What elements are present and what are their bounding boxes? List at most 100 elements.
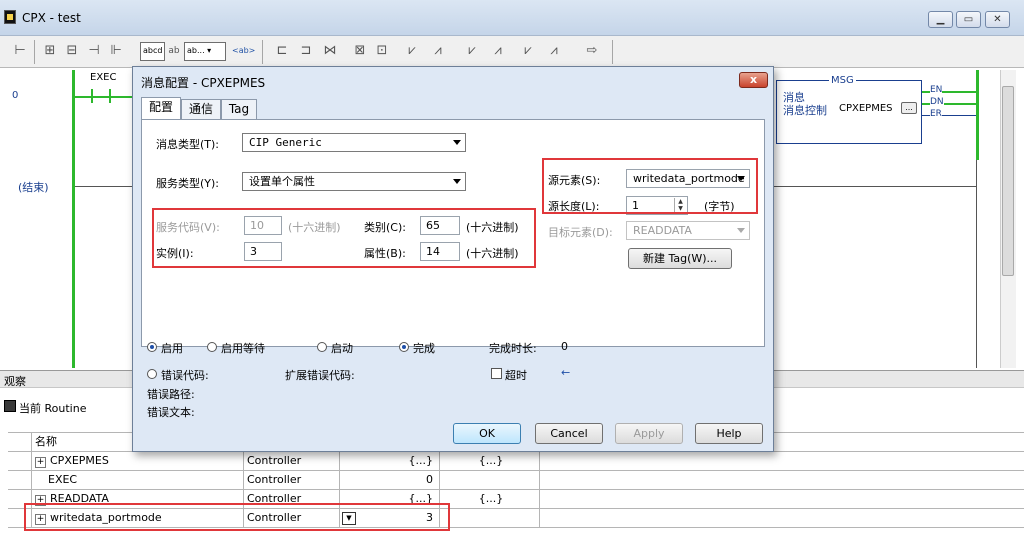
service-type-value: 设置单个属性 [249,175,315,188]
tab-communication[interactable]: 通信 [181,99,221,119]
enable-label: 启用 [161,342,183,355]
start-indicator [317,342,327,352]
tag-name-cell: EXEC [32,471,244,489]
routine-icon [4,400,16,412]
watch-scope-selector[interactable]: 当前 Routine [0,394,130,418]
error-code-indicator [147,369,157,379]
tag-force-cell[interactable]: {...} [440,452,540,470]
msg-config-ellipsis-button[interactable]: ... [901,102,917,114]
untest-edits-icon[interactable]: ⩘ [490,43,506,59]
message-type-select[interactable]: CIP Generic [242,133,466,152]
expand-button[interactable]: + [35,457,46,468]
msg-output-er: ER [930,109,942,119]
apply-button[interactable]: Apply [615,423,683,444]
ons-icon[interactable]: ⊡ [374,43,390,59]
ok-button[interactable]: OK [453,423,521,444]
row-marker [8,471,32,489]
edit-cancel-icon[interactable]: ⩘ [430,43,446,59]
start-label: 启动 [331,342,353,355]
toolbar-separator [612,40,613,64]
cancel-edits-icon[interactable]: ⩘ [546,43,562,59]
minimize-button[interactable]: ▁ [928,11,953,28]
rung-icon[interactable]: ⊢ [12,43,28,59]
watch-scope-value: 当前 Routine [19,402,87,415]
message-type-label: 消息类型(T): [156,138,220,151]
highlight-service-params [152,208,536,268]
error-path-label: 错误路径: [147,388,195,401]
tab-config[interactable]: 配置 [141,97,181,119]
left-power-rail [72,70,75,368]
dest-element-label: 目标元素(D): [548,226,613,239]
finalize-icon[interactable]: ⇨ [584,43,600,59]
rung-insert-icon[interactable]: ⊏ [274,43,290,59]
msg-block-line2: 消息控制 [783,104,827,117]
table-row[interactable]: EXEC Controller 0 [8,471,1024,490]
chevron-down-icon [453,140,461,145]
dest-element-value: READDATA [633,224,692,237]
maximize-button[interactable]: ▭ [956,11,981,28]
dialog-titlebar: 消息配置 - CPXEPMES x [133,67,773,93]
branch-level-icon[interactable]: ⊟ [64,43,80,59]
msg-control-tag: CPXEPMES [839,103,893,114]
dest-element-select[interactable]: READDATA [626,221,750,240]
rung-number: 0 [12,90,19,101]
otl-icon[interactable]: ⋈ [322,43,338,59]
done-length-label: 完成时长: [489,342,537,355]
message-config-dialog: 消息配置 - CPXEPMES x 配置 通信 Tag 消息类型(T): CIP… [132,66,774,452]
help-button[interactable]: Help [695,423,763,444]
xio-icon[interactable]: ⊩ [108,43,124,59]
msg-output-en: EN [930,85,943,95]
row-marker [8,452,32,470]
exec-contact-label: EXEC [90,72,117,83]
chevron-down-icon [453,179,461,184]
new-tag-button[interactable]: 新建 Tag(W)... [628,248,732,269]
tab-tag[interactable]: Tag [221,99,257,119]
done-label: 完成 [413,342,435,355]
format-tag-button[interactable]: abcd [140,42,166,61]
exec-contact[interactable] [91,89,111,103]
tag-force-cell[interactable] [440,471,540,489]
highlight-source-params [542,158,758,214]
assemble-edits-icon[interactable]: ⩗ [520,43,536,59]
tag-value-cell[interactable]: {...} [340,452,440,470]
window-titlebar: CPX - test ▁ ▭ ✕ [0,0,1024,36]
cancel-button[interactable]: Cancel [535,423,603,444]
arrow-left-icon: ← [561,366,571,379]
tag-scope-cell: Controller [244,471,340,489]
tag-name: CPXEPMES [50,454,109,467]
test-edits-icon[interactable]: ⩗ [464,43,480,59]
otu-icon[interactable]: ⊠ [352,43,368,59]
format-ab-icon[interactable]: ab [166,43,182,59]
format-tag-brackets[interactable]: <ab> [232,43,255,59]
tag-force-cell[interactable] [440,509,540,527]
service-type-label: 服务类型(Y): [156,177,220,190]
ote-icon[interactable]: ⊐ [298,43,314,59]
error-code-label: 错误代码: [161,369,209,382]
format-dropdown-value: ab... [187,46,205,55]
row-marker-header [8,433,32,451]
highlight-writedata-row [24,503,450,531]
editor-scroll-thumb[interactable] [1002,86,1014,276]
done-length-value: 0 [561,340,568,353]
app-icon [4,10,16,24]
error-text-label: 错误文本: [147,406,195,419]
edit-accept-icon[interactable]: ⩗ [404,43,420,59]
timeout-checkbox[interactable] [491,368,502,379]
done-indicator [399,342,409,352]
branch-icon[interactable]: ⊞ [42,43,58,59]
dialog-close-button[interactable]: x [739,72,768,88]
tag-force-cell[interactable]: {...} [440,490,540,508]
watch-pane-title: 观察 [4,375,26,388]
format-dropdown[interactable]: ab... ▾ [184,42,226,61]
xic-icon[interactable]: ⊣ [86,43,102,59]
service-type-select[interactable]: 设置单个属性 [242,172,466,191]
table-row[interactable]: + CPXEPMES Controller {...} {...} [8,452,1024,471]
ext-error-code-label: 扩展错误代码: [285,369,355,382]
close-window-button[interactable]: ✕ [985,11,1010,28]
ladder-toolbar: ⊢ ⊞ ⊟ ⊣ ⊩ abcd ab ab... ▾ <ab> ⊏ ⊐ ⋈ ⊠ ⊡… [0,36,1024,68]
tag-value-cell[interactable]: 0 [340,471,440,489]
dialog-title: 消息配置 - CPXEPMES [141,76,266,90]
enable-wait-indicator [207,342,217,352]
msg-instruction-block[interactable]: MSG 消息 消息控制 CPXEPMES ... [776,75,922,144]
tag-name-cell: + CPXEPMES [32,452,244,470]
